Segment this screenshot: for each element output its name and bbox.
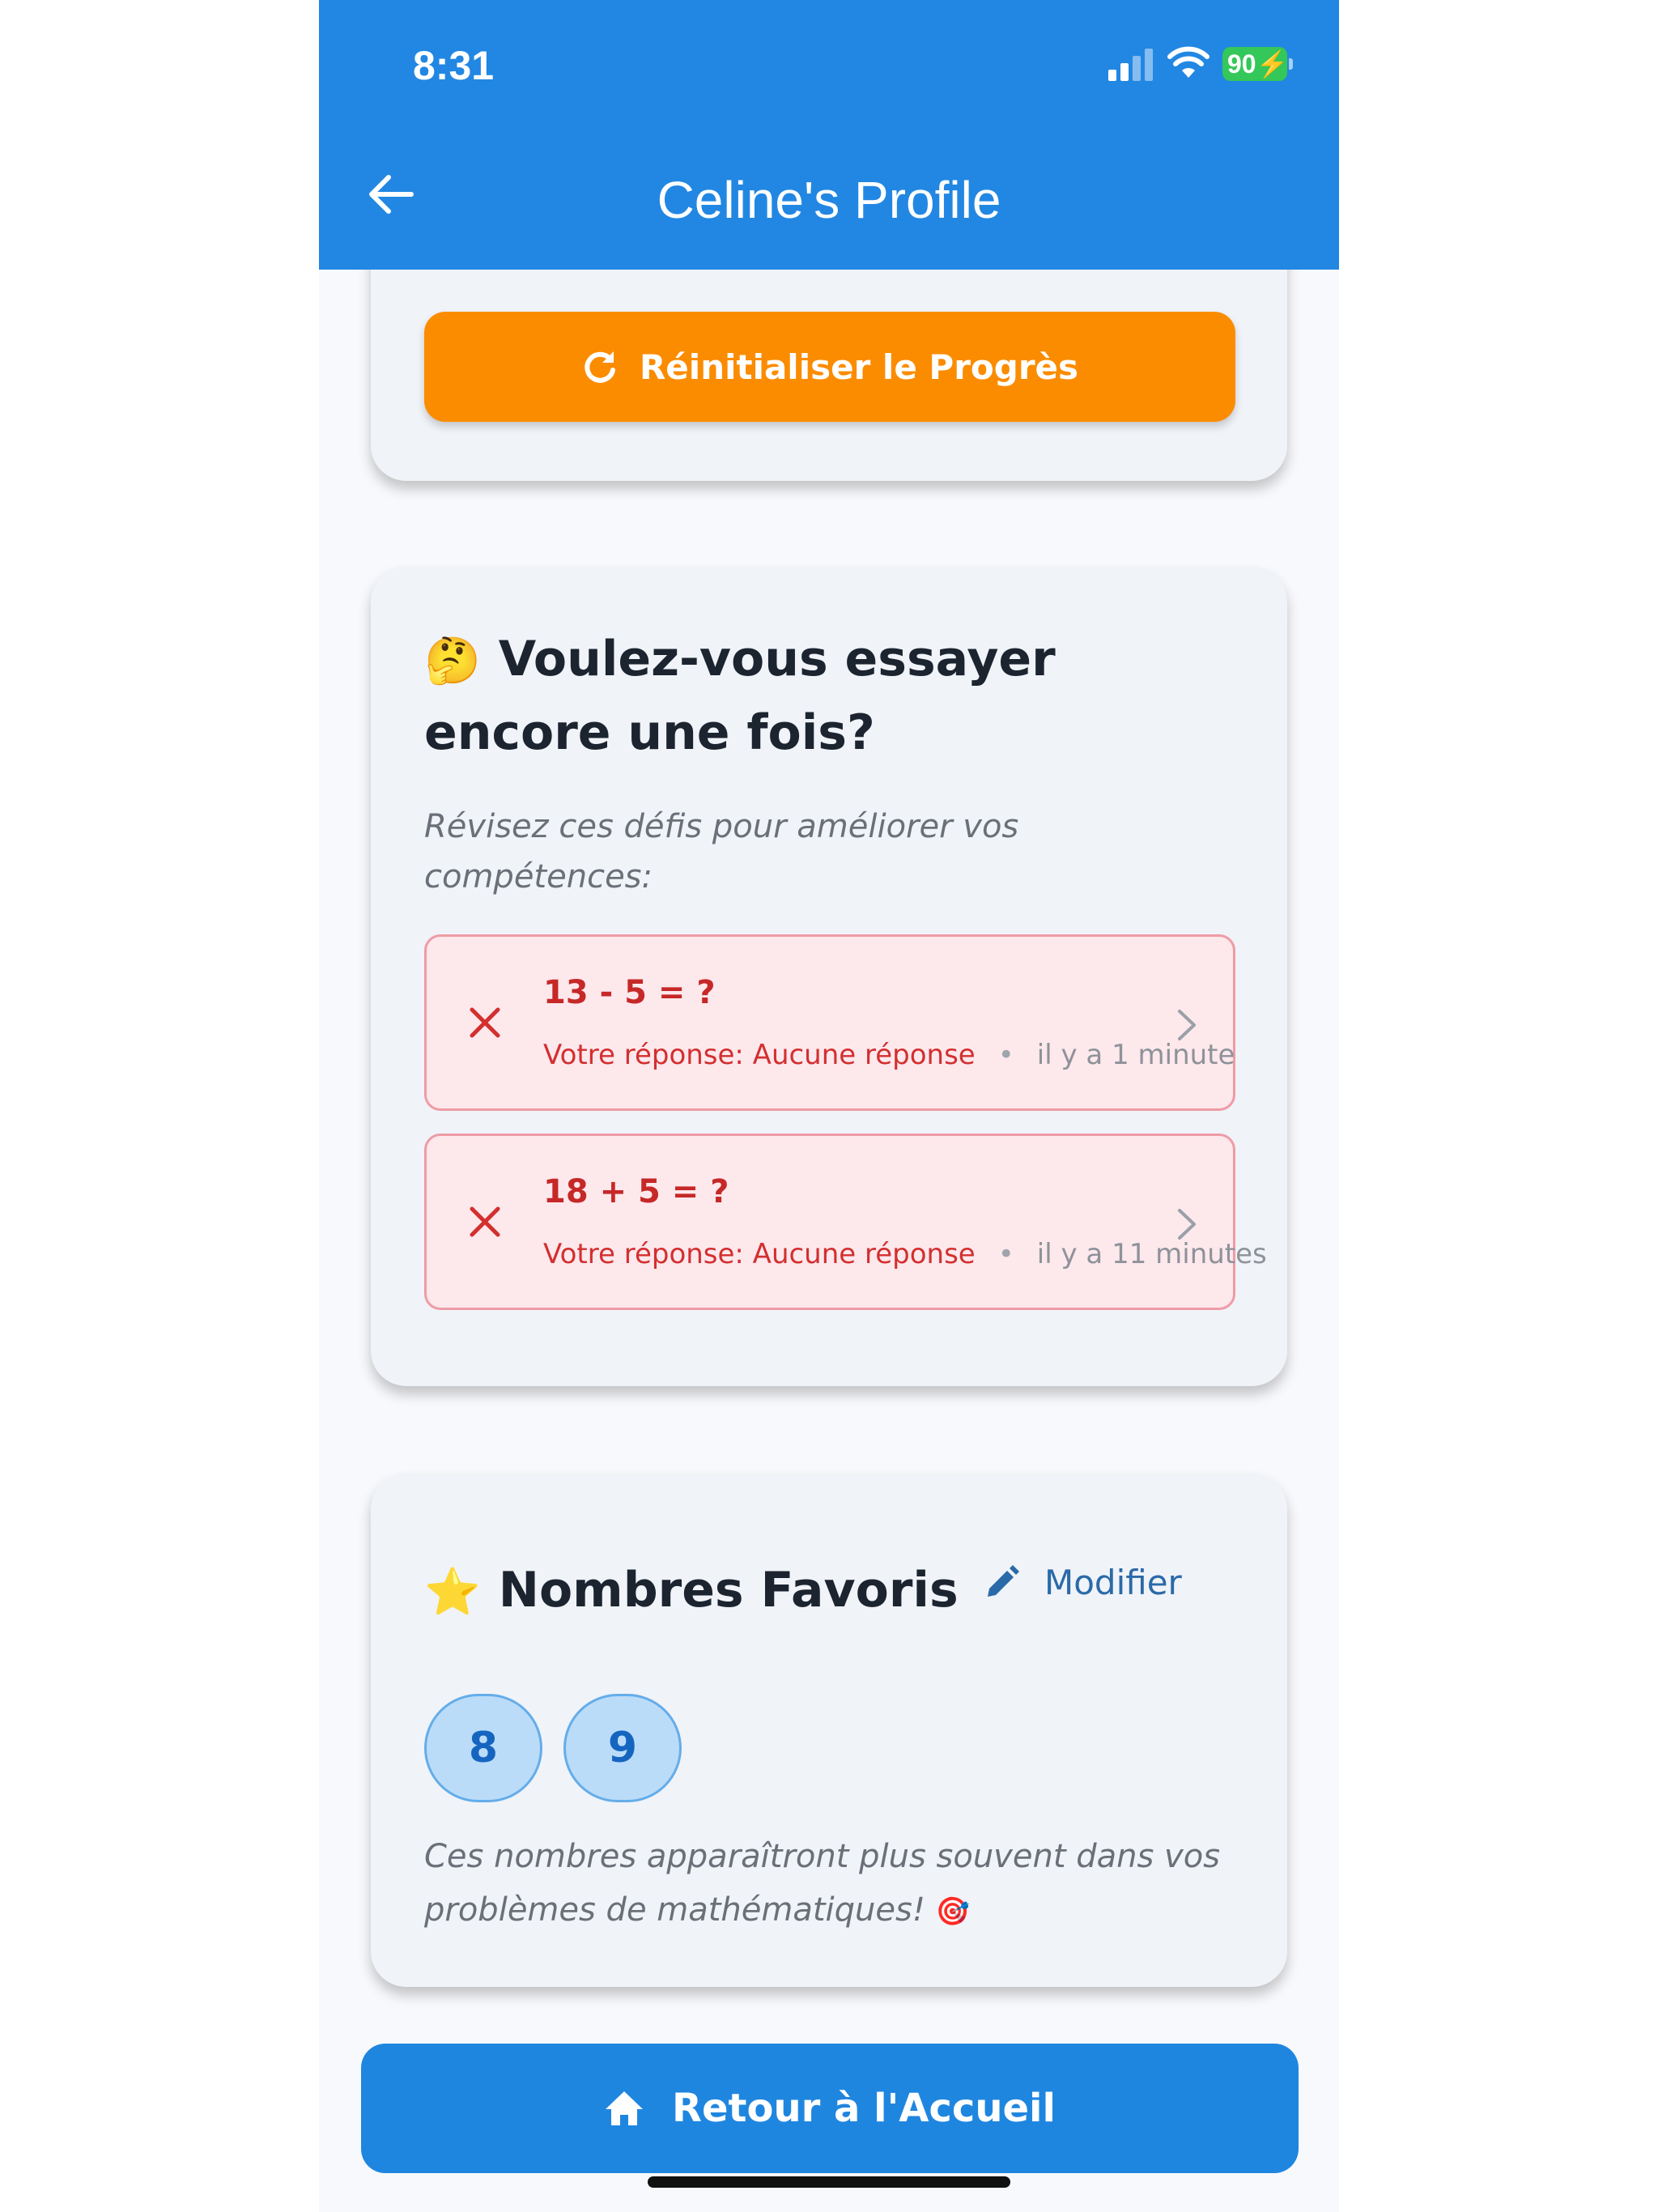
chevron-right-icon [1178, 1010, 1196, 1040]
challenge-meta: Votre réponse: Aucune réponse • il y a 11 … [543, 1238, 1267, 1270]
home-button-label: Retour à l'Accueil [672, 2086, 1056, 2131]
favorites-note: Ces nombres apparaîtront plus souvent da… [424, 1830, 1242, 1938]
page-title: Celine's Profile [657, 171, 1001, 229]
close-icon [470, 1007, 500, 1038]
app-screen: 8:31 90⚡ Celine's Profile Réinitialiser … [319, 0, 1339, 2212]
missed-challenge-item[interactable]: 13 - 5 = ? Votre réponse: Aucune réponse… [424, 934, 1235, 1111]
charging-bolt-icon: ⚡ [1256, 49, 1289, 79]
battery-nub [1289, 58, 1293, 70]
refresh-icon [585, 351, 615, 383]
thinking-face-icon: 🤔 [424, 635, 481, 688]
separator-dot: • [997, 1238, 1014, 1270]
reset-progress-button[interactable]: Réinitialiser le Progrès [424, 312, 1235, 422]
target-icon: 🎯 [935, 1895, 970, 1928]
pencil-icon [988, 1564, 1019, 1597]
favorites-title: Nombres Favoris [498, 1562, 959, 1619]
challenge-equation: 13 - 5 = ? [543, 974, 716, 1011]
favorite-number-chip[interactable]: 8 [424, 1694, 542, 1802]
wifi-icon [1167, 46, 1209, 78]
home-icon [606, 2091, 644, 2125]
modify-favorites-button[interactable]: Modifier [983, 1563, 1182, 1602]
retry-heading: 🤔 Voulez-vous essayer encore une fois? [424, 623, 1234, 768]
retry-challenges-card: 🤔 Voulez-vous essayer encore une fois? Ré… [371, 567, 1287, 1386]
home-indicator [648, 2176, 1010, 2188]
retry-title: Voulez-vous essayer encore une fois? [424, 631, 1056, 762]
battery-level: 90 [1227, 49, 1256, 79]
app-header: 8:31 90⚡ Celine's Profile [319, 0, 1339, 270]
chevron-right-icon [1178, 1209, 1196, 1240]
close-icon [470, 1206, 500, 1237]
cellular-signal-icon [1108, 49, 1153, 81]
challenge-equation: 18 + 5 = ? [543, 1173, 729, 1210]
retry-subtitle: Révisez ces défis pour améliorer vos com… [424, 808, 1019, 895]
favorite-number-chip[interactable]: 9 [563, 1694, 682, 1802]
star-icon: ⭐ [424, 1566, 481, 1619]
modify-label: Modifier [1044, 1563, 1182, 1602]
home-button[interactable]: Retour à l'Accueil [361, 2044, 1299, 2173]
challenge-time: il y a 11 minutes [1036, 1238, 1267, 1270]
challenge-meta: Votre réponse: Aucune réponse • il y a 1 m… [543, 1039, 1235, 1071]
favorites-heading: ⭐ Nombres Favoris [424, 1555, 959, 1628]
favorites-note-text: Ces nombres apparaîtront plus souvent da… [424, 1838, 1221, 1929]
separator-dot: • [997, 1039, 1014, 1071]
battery-indicator: 90⚡ [1222, 47, 1289, 81]
challenge-time: il y a 1 minute [1036, 1039, 1235, 1071]
challenge-answer: Votre réponse: Aucune réponse [543, 1238, 976, 1270]
missed-challenge-item[interactable]: 18 + 5 = ? Votre réponse: Aucune réponse… [424, 1134, 1267, 1310]
status-time: 8:31 [413, 43, 495, 88]
reset-progress-label: Réinitialiser le Progrès [639, 347, 1079, 387]
challenge-answer: Votre réponse: Aucune réponse [543, 1039, 976, 1071]
favorite-numbers-card: ⭐ Nombres Favoris Modifier 8 9 Ces nombre… [371, 1474, 1287, 1987]
